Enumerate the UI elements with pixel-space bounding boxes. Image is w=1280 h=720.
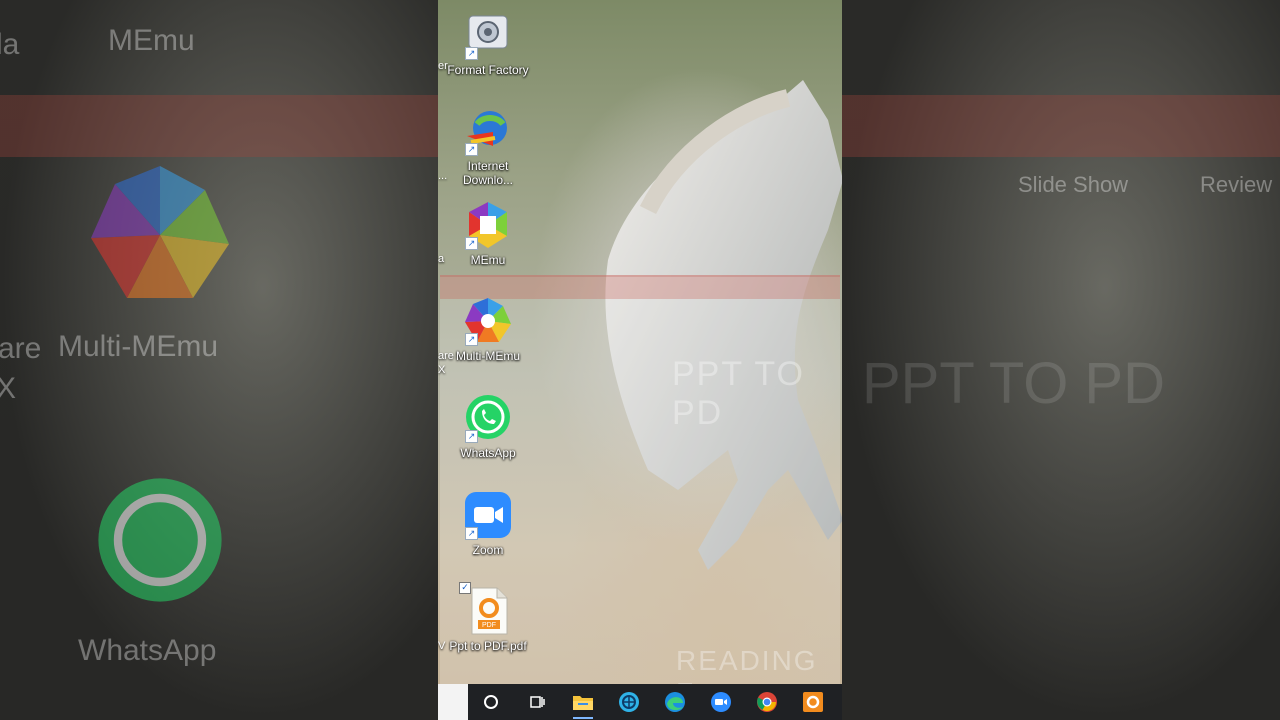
taskbar-task-view-button[interactable]: [514, 684, 560, 720]
taskbar: [438, 684, 842, 720]
chrome-icon: [757, 692, 777, 712]
desktop-icon-format-factory[interactable]: ↗ Format Factory: [443, 10, 533, 77]
desktop-icon-label: Internet Downlo...: [462, 159, 514, 187]
edge-label-fragment: X: [438, 364, 446, 376]
svg-text:PDF: PDF: [482, 622, 496, 629]
desktop-icon-memu[interactable]: ↗ MEmu: [443, 200, 533, 267]
ghost-menu-review: Review: [1200, 172, 1273, 197]
ghost-whatsapp-icon: [98, 478, 222, 602]
ghost-text-memu: MEmu: [108, 24, 195, 57]
shortcut-arrow-icon: ↗: [465, 47, 478, 60]
background-blur-right: Slide Show Review PPT TO PD: [842, 0, 1280, 720]
folder-icon: [573, 696, 593, 710]
ghost-text-multi-memu: Multi-MEmu: [58, 330, 219, 363]
desktop-icon-label: Multi-MEmu: [455, 349, 520, 363]
taskbar-search-box[interactable]: [438, 684, 468, 720]
desktop-icon-internet-download-manager[interactable]: ↗ Internet Downlo...: [443, 106, 533, 187]
ghost-multi-memu-icon: [91, 166, 229, 298]
desktop-icon-label: Ppt to PDF.pdf: [449, 639, 527, 653]
ghost-text-ppt-to-pdf: PPT TO PD: [862, 351, 1165, 416]
selection-checkbox-icon[interactable]: ✓: [459, 582, 471, 594]
desktop-icon-label: MEmu: [470, 253, 506, 267]
desktop-icon-ppt-to-pdf[interactable]: PDF ✓ Ppt to PDF.pdf: [443, 582, 533, 653]
ghost-text-fragment2: are: [0, 332, 42, 365]
shortcut-arrow-icon: ↗: [465, 527, 478, 540]
shortcut-arrow-icon: ↗: [465, 430, 478, 443]
pdf-app-icon: [803, 692, 823, 712]
taskbar-cortana-button[interactable]: [468, 684, 514, 720]
blurred-titlebar: [842, 95, 1280, 157]
desktop-icon-label: Zoom: [472, 543, 504, 557]
background-blur-left: la MEmu are X Multi-MEmu WhatsApp: [0, 0, 438, 720]
app-icon: [619, 692, 639, 712]
shortcut-arrow-icon: ↗: [465, 143, 478, 156]
desktop-icon-zoom[interactable]: ↗ Zoom: [443, 490, 533, 557]
desktop-icon-multi-memu[interactable]: ↗ Multi-MEmu: [443, 296, 533, 363]
task-view-icon: [530, 696, 545, 708]
edge-icon: [665, 692, 685, 712]
desktop-icon-label: WhatsApp: [460, 446, 516, 460]
ghost-text-whatsapp: WhatsApp: [78, 634, 217, 667]
ghost-window-heading: PPT TO PD: [672, 355, 805, 432]
ghost-menu-slide-show: Slide Show: [1018, 172, 1129, 197]
taskbar-zoom-button[interactable]: [698, 684, 744, 720]
taskbar-pdf-app-button[interactable]: [790, 684, 836, 720]
ghost-text-fragment: la: [0, 28, 20, 61]
desktop-icon-whatsapp[interactable]: ↗ WhatsApp: [443, 393, 533, 460]
circle-icon: [484, 695, 498, 709]
taskbar-chrome-button[interactable]: [744, 684, 790, 720]
taskbar-app-button[interactable]: [606, 684, 652, 720]
shortcut-arrow-icon: ↗: [465, 333, 478, 346]
ghost-text-fragment3: X: [0, 372, 17, 405]
zoom-icon: [711, 692, 731, 712]
desktop-icon-label: Format Factory: [447, 63, 529, 77]
desktop-wallpaper: PPT TO PD READING F er ... a are X V ↗ F…: [438, 0, 842, 684]
shortcut-arrow-icon: ↗: [465, 237, 478, 250]
taskbar-file-explorer[interactable]: [560, 684, 606, 720]
taskbar-edge-button[interactable]: [652, 684, 698, 720]
blurred-titlebar: [0, 95, 438, 157]
ghost-window-footer: READING F: [676, 645, 818, 684]
